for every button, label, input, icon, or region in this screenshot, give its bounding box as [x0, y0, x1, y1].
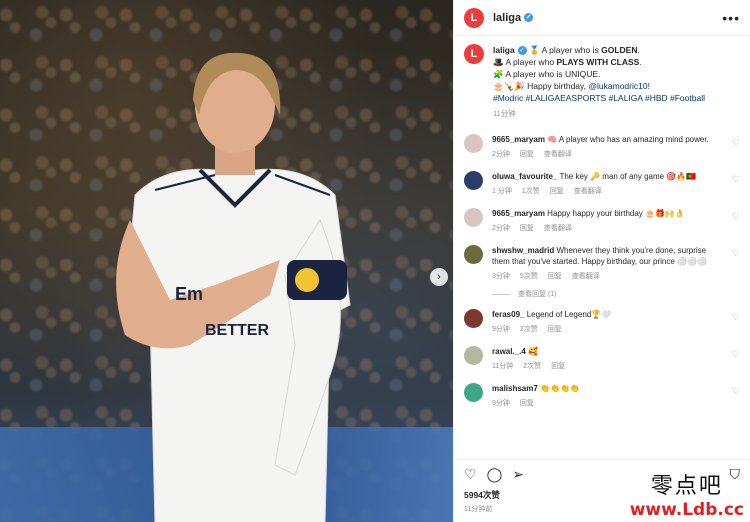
commenter-avatar[interactable]	[464, 171, 483, 190]
svg-text:Em: Em	[175, 284, 203, 304]
likes-count[interactable]: 2次赞	[523, 361, 541, 371]
like-heart-icon[interactable]: ♡	[464, 466, 477, 483]
commenter-username[interactable]: 9665_maryam	[492, 209, 545, 218]
translate-button[interactable]: 查看翻译	[572, 271, 600, 281]
commenter-avatar[interactable]	[464, 134, 483, 153]
caption-line-2: 🎩 A player who PLAYS WITH CLASS.	[493, 57, 642, 67]
comment-item: rawal._.4 🥰 11分钟 2次赞 回复 ♡	[464, 346, 740, 371]
caption-username[interactable]: laliga	[493, 45, 515, 55]
post-panel: L laliga ✓ ••• L laliga ✓ 🏅 A player who i…	[453, 0, 750, 522]
player-figure: Em BETTER	[116, 52, 351, 522]
reply-button[interactable]: 回复	[520, 223, 534, 233]
reply-button[interactable]: 回复	[520, 149, 534, 159]
comment-item: oluwa_favourite_ The key 🔑 man of any ga…	[464, 171, 740, 196]
commenter-avatar[interactable]	[464, 346, 483, 365]
commenter-avatar[interactable]	[464, 383, 483, 402]
next-photo-arrow-icon[interactable]: ›	[430, 268, 448, 286]
commenter-username[interactable]: oluwa_favourite_	[492, 172, 557, 181]
comment-item: 9665_maryam 🧠 A player who has an amazin…	[464, 134, 740, 159]
comment-icon[interactable]: ◯	[487, 466, 503, 483]
post-body: L laliga ✓ 🏅 A player who is GOLDEN. 🎩 A …	[454, 36, 750, 459]
svg-text:BETTER: BETTER	[205, 322, 269, 339]
likes-count[interactable]: 5次赞	[520, 271, 538, 281]
like-heart-icon[interactable]: ♡	[732, 248, 740, 259]
reply-button[interactable]: 回复	[548, 271, 562, 281]
comment-item: 9665_maryam Happy happy your birthday 🎂🎁…	[464, 208, 740, 233]
like-heart-icon[interactable]: ♡	[732, 349, 740, 360]
post-header: L laliga ✓ •••	[454, 0, 750, 36]
likes-count[interactable]: 2次赞	[520, 324, 538, 334]
comment-item: malishsam7 👏👏👏👏 9分钟 回复 ♡	[464, 383, 740, 408]
commenter-username[interactable]: rawal._.4	[492, 347, 526, 356]
translate-button[interactable]: 查看翻译	[574, 186, 602, 196]
caption-birthday: 🎂🍾🎉 Happy birthday, @lukamodric10!	[493, 81, 650, 91]
laliga-logo-icon[interactable]: L	[464, 7, 484, 28]
more-options-icon[interactable]: •••	[722, 10, 740, 26]
like-heart-icon[interactable]: ♡	[732, 174, 740, 185]
translate-button[interactable]: 查看翻译	[544, 149, 572, 159]
comment-item: shwshw_madrid Whenever they think you're…	[464, 245, 740, 281]
caption: L laliga ✓ 🏅 A player who is GOLDEN. 🎩 A …	[464, 44, 740, 120]
mention-link[interactable]: @lukamodric10!	[588, 81, 650, 91]
reply-button[interactable]: 回复	[548, 324, 562, 334]
commenter-username[interactable]: shwshw_madrid	[492, 246, 554, 255]
header-username[interactable]: laliga ✓	[493, 12, 534, 24]
commenter-avatar[interactable]	[464, 208, 483, 227]
caption-avatar[interactable]: L	[464, 44, 484, 64]
reply-button[interactable]: 回复	[520, 398, 534, 408]
caption-line-1: laliga ✓ 🏅 A player who is GOLDEN.	[493, 45, 640, 56]
commenter-avatar[interactable]	[464, 245, 483, 264]
verified-badge-icon: ✓	[524, 13, 534, 23]
post-photo[interactable]: Em BETTER ›	[0, 0, 453, 522]
verified-badge-icon: ✓	[517, 46, 527, 56]
instagram-post: Em BETTER › L laliga ✓ ••• L laliga ✓ 🏅 A …	[0, 0, 750, 522]
comment-item: feras09_ Legend of Legend🏆🤍 9分钟 2次赞 回复 ♡	[464, 309, 740, 334]
translate-button[interactable]: 查看翻译	[544, 223, 572, 233]
reply-button[interactable]: 回复	[550, 186, 564, 196]
likes-count[interactable]: 1次赞	[522, 186, 540, 196]
hashtags[interactable]: #Modric #LALIGAEASPORTS #LALIGA #HBD #Fo…	[493, 92, 705, 104]
caption-time: 11分钟	[493, 109, 516, 118]
commenter-avatar[interactable]	[464, 309, 483, 328]
like-heart-icon[interactable]: ♡	[732, 137, 740, 148]
comment-list: 9665_maryam 🧠 A player who has an amazin…	[464, 134, 740, 408]
site-watermark: 零点吧 www.Ldb.cc	[629, 474, 744, 520]
like-heart-icon[interactable]: ♡	[732, 211, 740, 222]
like-heart-icon[interactable]: ♡	[732, 312, 740, 323]
reply-button[interactable]: 回复	[551, 361, 565, 371]
commenter-username[interactable]: malishsam7	[492, 384, 538, 393]
like-heart-icon[interactable]: ♡	[732, 386, 740, 397]
share-icon[interactable]: ➢	[512, 466, 524, 483]
caption-line-3: 🧩 A player who is UNIQUE.	[493, 69, 601, 79]
commenter-username[interactable]: feras09_	[492, 310, 524, 319]
commenter-username[interactable]: 9665_maryam	[492, 135, 545, 144]
view-replies-button[interactable]: 查看回复 (1)	[492, 289, 740, 299]
